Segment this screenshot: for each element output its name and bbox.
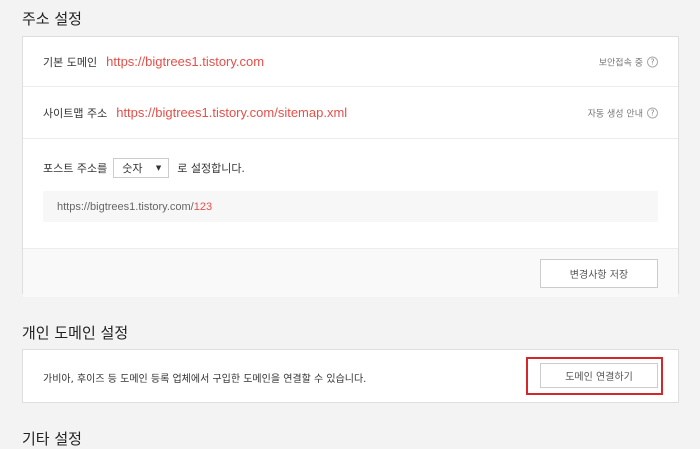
address-settings-panel: 기본 도메인 https://bigtrees1.tistory.com 보안접… — [22, 36, 679, 297]
preview-base-url: https://bigtrees1.tistory.com/ — [57, 200, 194, 213]
post-address-format-select[interactable]: 숫자 ▼ — [113, 158, 170, 178]
default-domain-label: 기본 도메인 — [43, 55, 98, 69]
default-domain-row: 기본 도메인 https://bigtrees1.tistory.com 보안접… — [23, 37, 678, 87]
save-changes-button[interactable]: 변경사항 저장 — [540, 259, 658, 288]
help-icon[interactable]: ? — [647, 107, 658, 118]
select-value: 숫자 — [122, 162, 143, 175]
sitemap-row: 사이트맵 주소 https://bigtrees1.tistory.com/si… — [23, 87, 678, 139]
sitemap-label: 사이트맵 주소 — [43, 106, 108, 120]
address-settings-title: 주소 설정 — [22, 10, 82, 28]
secure-connection-text: 보안접속 중 — [598, 58, 643, 68]
custom-domain-description: 가비아, 후이즈 등 도메인 등록 업체에서 구입한 도메인을 연결할 수 있습… — [43, 374, 367, 385]
post-address-prefix: 포스트 주소를 — [43, 162, 108, 175]
help-icon[interactable]: ? — [647, 56, 658, 67]
default-domain-url[interactable]: https://bigtrees1.tistory.com — [106, 54, 264, 69]
sitemap-url[interactable]: https://bigtrees1.tistory.com/sitemap.xm… — [116, 105, 347, 120]
other-settings-title: 기타 설정 — [22, 430, 82, 448]
post-address-suffix: 로 설정합니다. — [177, 162, 245, 175]
post-address-block: 포스트 주소를 숫자 ▼ 로 설정합니다. https://bigtrees1.… — [23, 139, 678, 249]
custom-domain-panel: 가비아, 후이즈 등 도메인 등록 업체에서 구입한 도메인을 연결할 수 있습… — [22, 349, 679, 403]
post-address-line: 포스트 주소를 숫자 ▼ 로 설정합니다. — [43, 158, 658, 178]
chevron-down-icon: ▼ — [155, 164, 162, 172]
highlight-box — [526, 357, 663, 395]
post-address-preview: https://bigtrees1.tistory.com/123 — [43, 191, 658, 222]
preview-post-number: 123 — [193, 200, 213, 213]
auto-generate-text: 자동 생성 안내 — [587, 109, 643, 119]
address-settings-footer: 변경사항 저장 — [23, 249, 678, 297]
auto-generate-info: 자동 생성 안내 ? — [588, 106, 658, 119]
custom-domain-title: 개인 도메인 설정 — [22, 324, 129, 342]
secure-connection-status: 보안접속 중 ? — [599, 55, 658, 68]
